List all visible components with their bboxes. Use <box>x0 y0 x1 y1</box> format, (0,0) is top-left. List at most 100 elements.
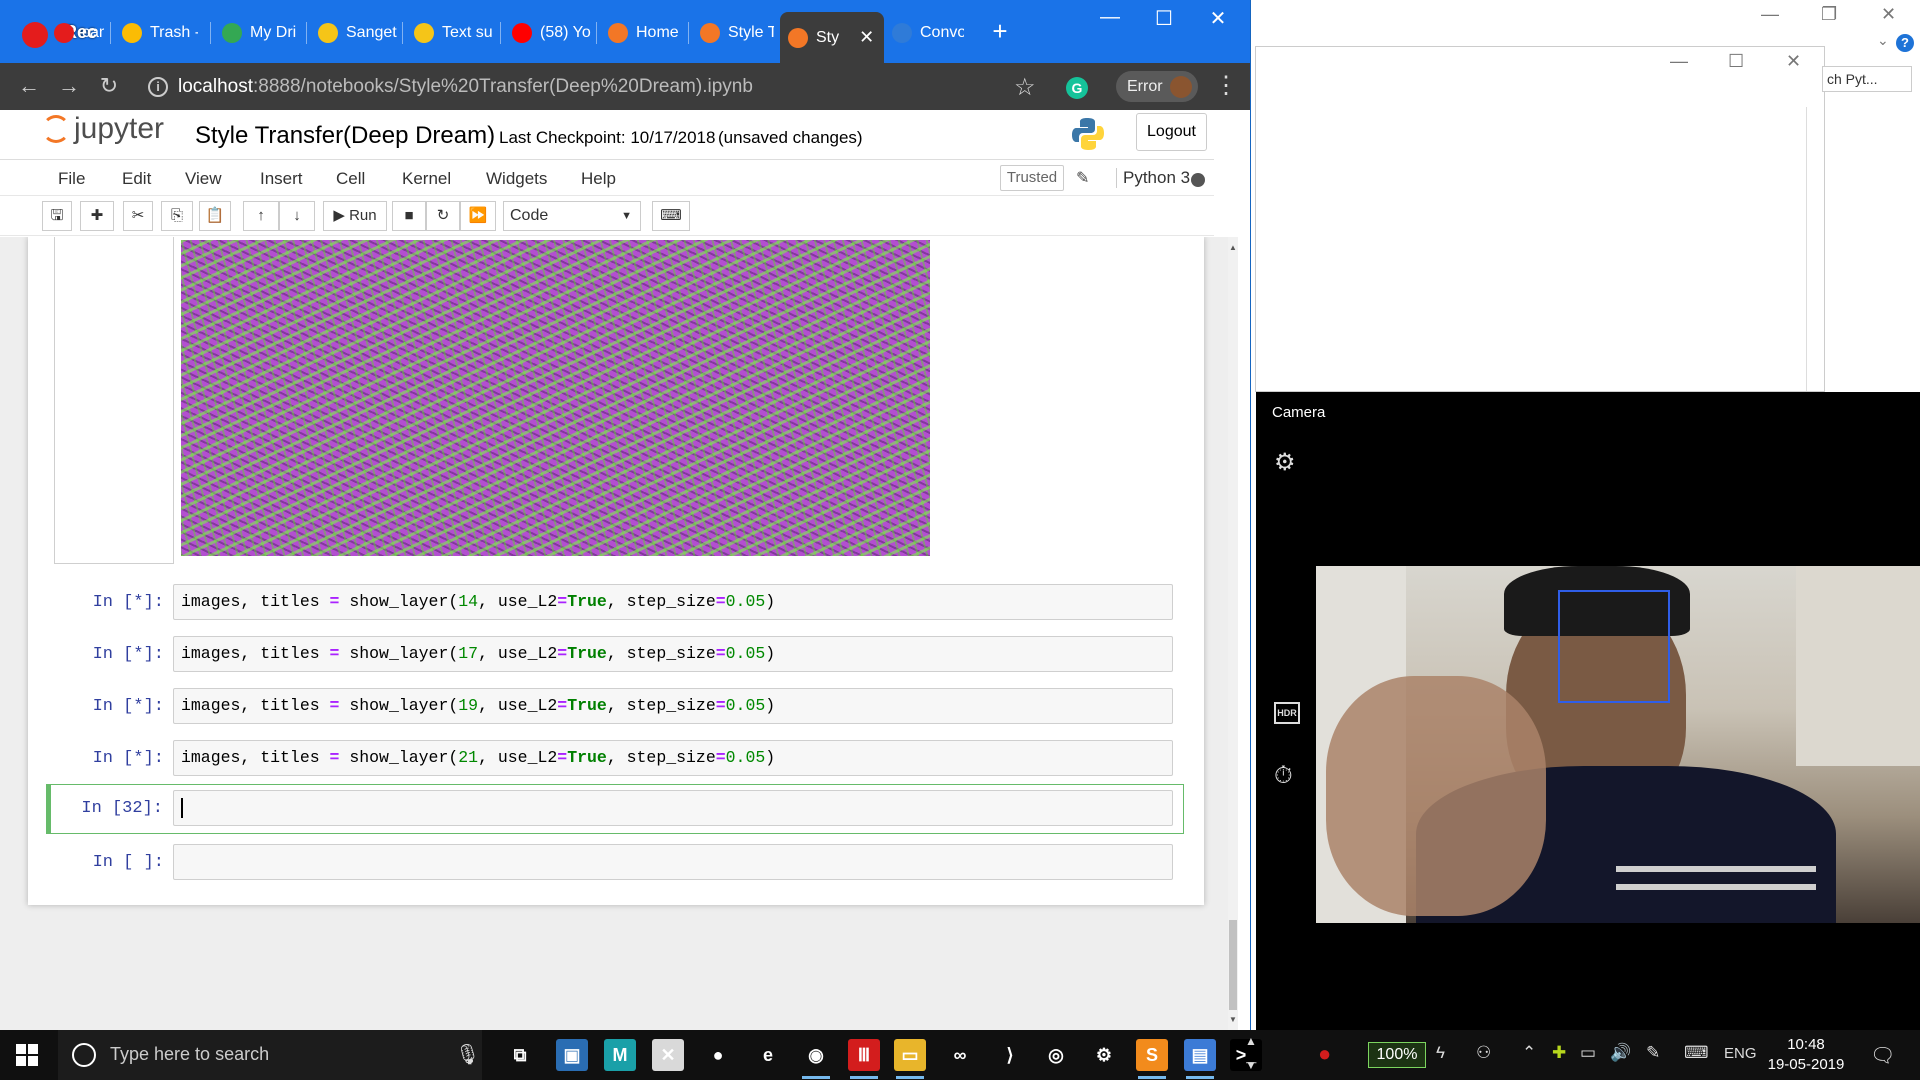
browser-tab[interactable]: Convo <box>884 18 964 48</box>
maximize-icon[interactable]: ☐ <box>1144 6 1184 31</box>
browser-tab[interactable]: Trash - <box>114 18 198 48</box>
restart-run-all-icon[interactable]: ⏩ <box>460 201 496 231</box>
logout-button[interactable]: Logout <box>1136 113 1207 151</box>
taskbar-app-file-explorer-icon[interactable]: ▭ <box>894 1039 926 1079</box>
people-icon[interactable]: ⚇ <box>1476 1043 1491 1063</box>
language-indicator[interactable]: ENG <box>1724 1045 1757 1062</box>
jupyter-logo[interactable]: jupyter <box>42 112 164 146</box>
menu-item-view[interactable]: View <box>185 169 222 189</box>
close-window-icon[interactable]: ✕ <box>1881 4 1896 25</box>
menu-item-edit[interactable]: Edit <box>122 169 151 189</box>
code-cell[interactable]: In [32]: <box>46 784 1184 834</box>
notebook-title[interactable]: Style Transfer(Deep Dream) <box>195 122 495 150</box>
code-cell[interactable]: In [*]: images, titles = show_layer(19, u… <box>46 683 1186 731</box>
trusted-indicator[interactable]: Trusted <box>1000 165 1064 191</box>
browser-tab[interactable]: camera <box>46 18 104 48</box>
menu-item-cell[interactable]: Cell <box>336 169 365 189</box>
menu-item-insert[interactable]: Insert <box>260 169 303 189</box>
microphone-icon[interactable]: 🎙 <box>455 1042 480 1067</box>
taskbar-app-red-bars-icon[interactable]: Ⅲ <box>848 1039 880 1079</box>
tray-scroll-up-icon[interactable]: ▲ <box>1245 1034 1257 1048</box>
move-up-icon[interactable]: ↑ <box>243 201 279 231</box>
taskbar-app-redapp-icon[interactable]: ● <box>702 1039 734 1071</box>
recorder-tray-icon[interactable]: ● <box>1318 1041 1331 1067</box>
help-icon[interactable]: ? <box>1896 34 1914 52</box>
clock-time[interactable]: 10:48 <box>1772 1036 1840 1053</box>
paste-icon[interactable]: 📋 <box>199 201 231 231</box>
maximize-icon[interactable]: ☐ <box>1728 51 1744 72</box>
cell-input[interactable]: images, titles = show_layer(19, use_L2=T… <box>173 688 1173 724</box>
reload-icon[interactable]: ↻ <box>94 73 124 99</box>
notebook-scrollbar[interactable]: ▲ ▼ <box>1228 237 1238 1030</box>
restart-icon[interactable]: ↻ <box>426 201 460 231</box>
browser-tab[interactable]: Home <box>600 18 682 48</box>
menu-item-widgets[interactable]: Widgets <box>486 169 547 189</box>
chevron-down-icon[interactable]: ⌄ <box>1877 32 1889 49</box>
copy-icon[interactable]: ⎘ <box>161 201 193 231</box>
code-cell[interactable]: In [*]: images, titles = show_layer(21, u… <box>46 735 1186 783</box>
battery-icon[interactable]: ▭ <box>1580 1043 1596 1063</box>
timer-icon[interactable]: ⏱ <box>1274 762 1293 790</box>
taskbar-app-chrome-icon[interactable]: ◉ <box>800 1039 832 1079</box>
hdr-icon[interactable]: HDR <box>1274 702 1300 724</box>
taskbar-app-task-view-icon[interactable]: ⧉ <box>504 1039 536 1071</box>
browser-tab[interactable]: Sanget <box>310 18 398 48</box>
taskbar-app-edge-icon[interactable]: e <box>752 1039 784 1071</box>
tray-scroll-down-icon[interactable]: ▼ <box>1245 1058 1257 1072</box>
menu-item-kernel[interactable]: Kernel <box>402 169 451 189</box>
browser-tab[interactable]: My Dri <box>214 18 300 48</box>
taskbar-app-steam-icon[interactable]: ⚙ <box>1088 1039 1120 1071</box>
taskbar-app-vscode-icon[interactable]: ⟩ <box>994 1039 1026 1071</box>
minimize-icon[interactable]: — <box>1090 6 1130 29</box>
taskbar-app-blender-tool-icon[interactable]: ✕ <box>652 1039 684 1071</box>
pencil-icon[interactable]: ✎ <box>1076 168 1089 188</box>
code-cell[interactable]: In [*]: images, titles = show_layer(14, u… <box>46 579 1186 627</box>
taskbar-app-xbox-icon[interactable]: ◎ <box>1040 1039 1072 1071</box>
charging-icon[interactable]: ϟ <box>1436 1043 1445 1063</box>
taskbar-app-sublime-icon[interactable]: S <box>1136 1039 1168 1079</box>
cell-type-select[interactable]: Code ▼ <box>503 201 641 231</box>
search-input[interactable]: ch Pyt... <box>1822 66 1912 92</box>
cell-input[interactable] <box>173 844 1173 880</box>
new-tab-button[interactable]: + <box>980 16 1020 47</box>
scroll-up-icon[interactable]: ▲ <box>1228 243 1238 252</box>
close-window-icon[interactable]: ✕ <box>1198 6 1238 31</box>
minimize-icon[interactable]: — <box>1761 4 1779 25</box>
bookmark-star-icon[interactable]: ☆ <box>1014 73 1036 102</box>
menu-item-file[interactable]: File <box>58 169 85 189</box>
cell-input[interactable]: images, titles = show_layer(21, use_L2=T… <box>173 740 1173 776</box>
menu-item-help[interactable]: Help <box>581 169 616 189</box>
taskbar-app-visual-studio-icon[interactable]: ∞ <box>944 1039 976 1071</box>
cortana-icon[interactable] <box>72 1043 96 1067</box>
code-cell[interactable]: In [ ]: <box>46 839 1186 887</box>
notification-center-icon[interactable]: 🗨 <box>1870 1043 1895 1068</box>
interrupt-icon[interactable]: ■ <box>392 201 426 231</box>
grammarly-icon[interactable]: G <box>1066 77 1088 99</box>
browser-tab[interactable]: Sty ✕ <box>780 12 884 63</box>
restore-icon[interactable]: ❐ <box>1821 4 1837 25</box>
battery-percent[interactable]: 100% <box>1368 1042 1426 1068</box>
browser-tab[interactable]: Style T <box>692 18 774 48</box>
cut-icon[interactable]: ✂ <box>123 201 153 231</box>
insert-cell-icon[interactable]: ✚ <box>80 201 114 231</box>
move-down-icon[interactable]: ↓ <box>279 201 315 231</box>
code-cell[interactable]: In [*]: images, titles = show_layer(17, u… <box>46 631 1186 679</box>
settings-gear-icon[interactable]: ⚙ <box>1274 448 1296 477</box>
taskbar-search-input[interactable]: Type here to search <box>110 1044 269 1065</box>
run-button[interactable]: ▶ Run <box>323 201 387 231</box>
forward-icon[interactable]: → <box>54 73 84 99</box>
browser-tab[interactable]: (58) Yo <box>504 18 592 48</box>
taskbar-app-monitor-icon[interactable]: ▤ <box>1184 1039 1216 1079</box>
browser-tab[interactable]: Text su <box>406 18 494 48</box>
profile-chip[interactable]: Error <box>1116 71 1198 102</box>
scroll-down-icon[interactable]: ▼ <box>1228 1015 1238 1024</box>
cell-input[interactable]: images, titles = show_layer(14, use_L2=T… <box>173 584 1173 620</box>
cell-input[interactable]: images, titles = show_layer(17, use_L2=T… <box>173 636 1173 672</box>
command-palette-icon[interactable]: ⌨ <box>652 201 690 231</box>
scrollbar-thumb[interactable] <box>1229 920 1237 1010</box>
pen-icon[interactable]: ✎ <box>1646 1043 1660 1063</box>
chevron-up-icon[interactable]: ⌃ <box>1522 1043 1536 1063</box>
address-bar[interactable]: localhost:8888/notebooks/Style%20Transfe… <box>142 70 1042 103</box>
taskbar-app-photos-icon[interactable]: ▣ <box>556 1039 588 1071</box>
save-icon[interactable]: 🖫 <box>42 201 72 231</box>
